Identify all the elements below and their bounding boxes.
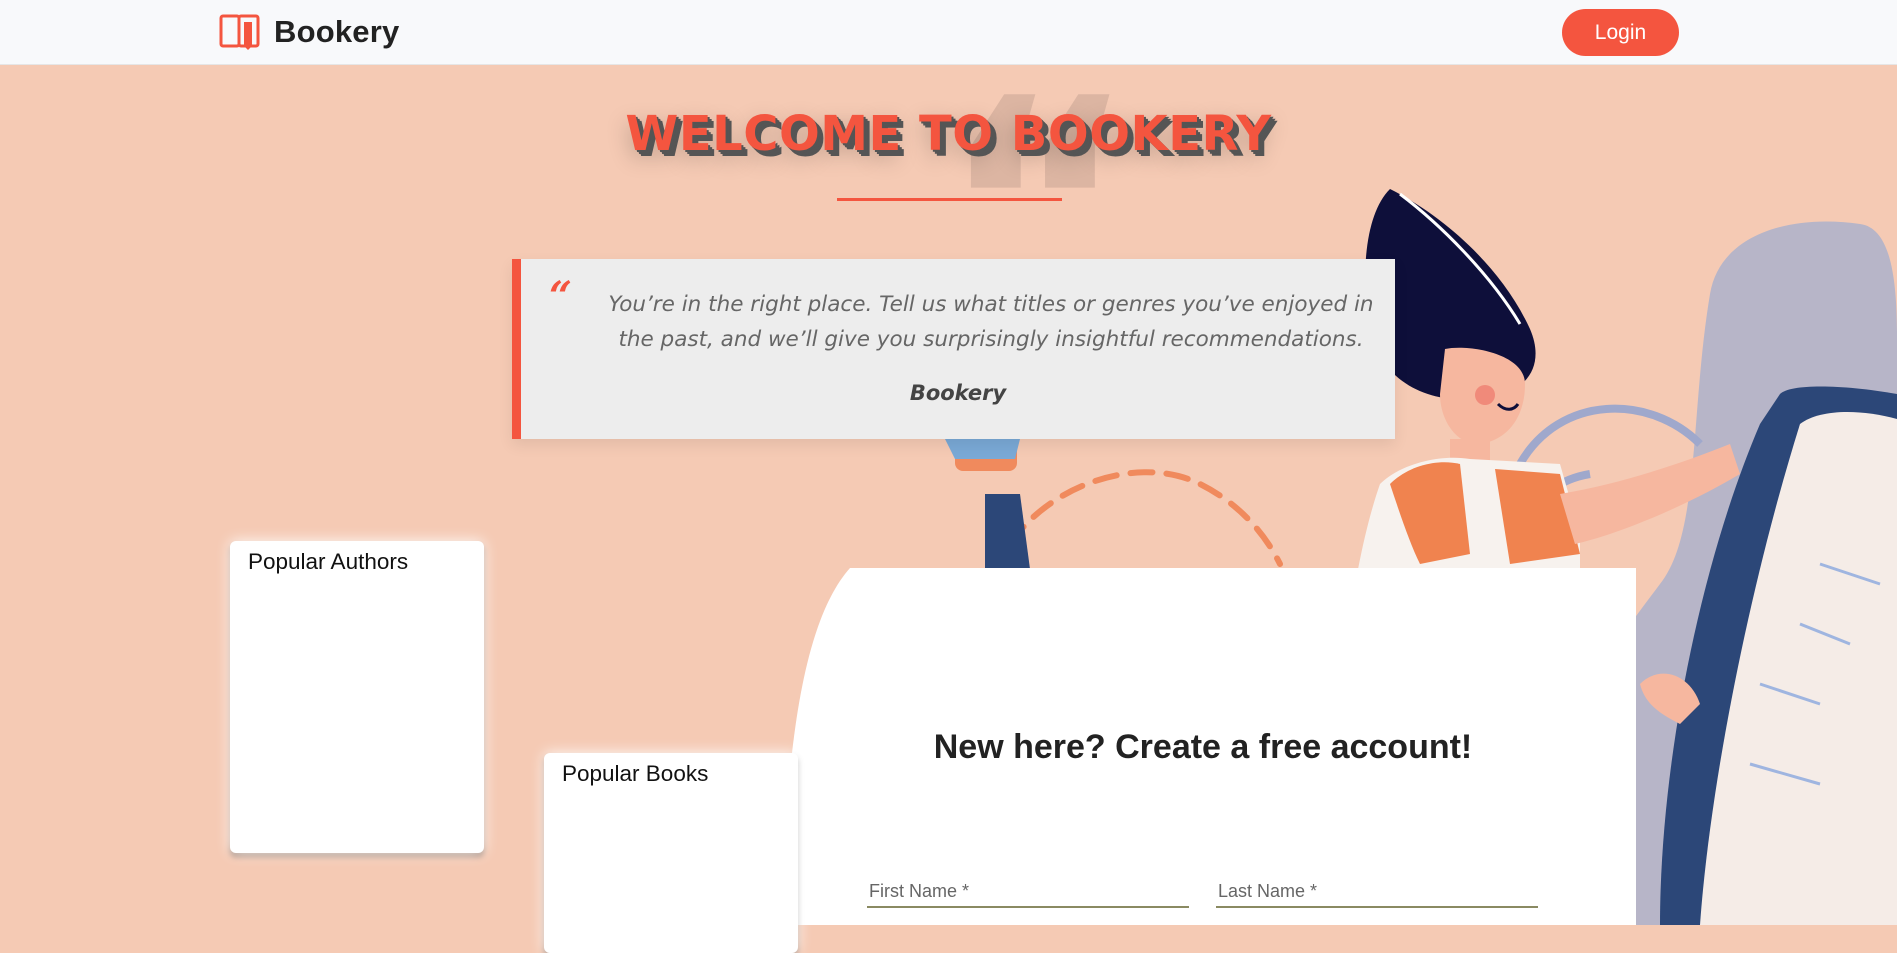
page-title: WELCOME TO BOOKERY — [625, 106, 1272, 162]
quote-block: “ You’re in the right place. Tell us wha… — [512, 259, 1395, 439]
quote-icon: “ — [549, 273, 573, 320]
login-button[interactable]: Login — [1562, 9, 1679, 56]
popular-books-card: Popular Books — [544, 753, 798, 953]
title-underline — [837, 198, 1062, 201]
book-logo-icon — [219, 14, 260, 50]
quote-text: You’re in the right place. Tell us what … — [608, 292, 1374, 352]
signup-title: New here? Create a free account! — [933, 728, 1473, 766]
last-name-field — [1216, 876, 1538, 909]
lavender-blob — [1536, 221, 1897, 925]
first-name-field — [867, 876, 1189, 909]
brand-logo[interactable]: Bookery — [218, 12, 399, 52]
last-name-input[interactable] — [1216, 876, 1538, 908]
brand-name: Bookery — [274, 14, 400, 49]
popular-authors-card: Popular Authors — [230, 541, 484, 853]
popular-authors-title: Popular Authors — [248, 549, 409, 574]
first-name-input[interactable] — [867, 876, 1189, 908]
quote-author: Bookery — [909, 381, 1007, 405]
popular-books-title: Popular Books — [562, 761, 709, 786]
